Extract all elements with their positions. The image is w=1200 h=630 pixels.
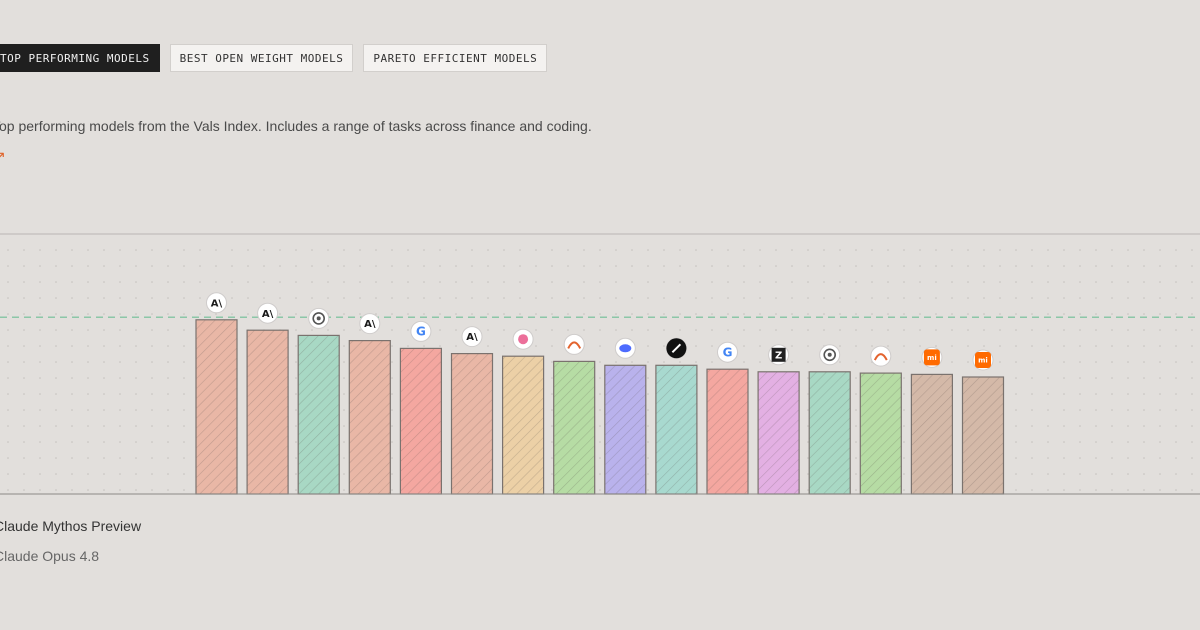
model-filter-tabs: TOP PERFORMING MODELS BEST OPEN WEIGHT M… <box>0 44 548 72</box>
bar-7[interactable] <box>502 355 545 495</box>
zhipu-icon: Z <box>768 344 790 366</box>
bar-14[interactable] <box>859 372 902 495</box>
bar-3[interactable] <box>297 334 340 495</box>
svg-text:A\: A\ <box>211 298 223 309</box>
bar-6[interactable] <box>450 352 494 495</box>
anthropic-icon: A\ <box>461 326 483 348</box>
kimi-icon <box>512 328 534 350</box>
bar-16[interactable] <box>961 376 1005 495</box>
svg-text:mi: mi <box>927 354 937 362</box>
svg-text:G: G <box>416 325 426 339</box>
anthropic-icon: A\ <box>206 292 227 314</box>
bar-4[interactable] <box>348 339 391 495</box>
qwen-icon <box>870 345 892 367</box>
bar-10[interactable] <box>655 364 698 495</box>
bar-5[interactable] <box>399 347 442 495</box>
tab-pareto-efficient-models[interactable]: PARETO EFFICIENT MODELS <box>363 44 548 72</box>
svg-text:A\: A\ <box>364 319 376 330</box>
svg-text:mi: mi <box>978 357 988 365</box>
deepseek-icon <box>614 337 636 359</box>
svg-text:Z: Z <box>775 350 782 361</box>
anthropic-icon: A\ <box>359 313 381 335</box>
bar-13[interactable] <box>808 371 851 495</box>
orange-accent-icon: ↗ <box>0 148 6 165</box>
openai-icon <box>308 307 330 329</box>
bar-2[interactable] <box>246 329 289 495</box>
xiaomi-icon: mi <box>972 349 994 371</box>
svg-text:G: G <box>723 346 733 360</box>
bar-chart: A\ A\ A\ G A\ G Zmi mi <box>0 233 1200 495</box>
tab-best-open-weight-models[interactable]: BEST OPEN WEIGHT MODELS <box>169 44 354 72</box>
anthropic-icon: A\ <box>257 302 279 324</box>
svg-text:A\: A\ <box>262 309 274 320</box>
xai-icon <box>665 337 687 359</box>
google-icon: G <box>410 320 432 342</box>
chart-description: Top performing models from the Vals Inde… <box>0 118 592 134</box>
google-icon: G <box>717 341 738 363</box>
svg-text:A\: A\ <box>466 332 478 343</box>
bar-12[interactable] <box>757 371 800 495</box>
qwen-icon <box>563 333 585 355</box>
bar-1[interactable] <box>195 319 238 495</box>
bar-9[interactable] <box>604 364 647 495</box>
openai-icon <box>819 344 841 366</box>
bar-11[interactable] <box>706 368 749 495</box>
xiaomi-icon: mi <box>921 346 943 368</box>
selected-model-subtitle: Claude Opus 4.8 <box>0 548 100 564</box>
selected-model-name: Claude Mythos Preview <box>0 518 142 534</box>
chart-grid <box>7 249 1193 491</box>
tab-top-performing-models[interactable]: TOP PERFORMING MODELS <box>0 44 160 72</box>
bar-8[interactable] <box>553 360 596 495</box>
bar-15[interactable] <box>910 373 954 495</box>
